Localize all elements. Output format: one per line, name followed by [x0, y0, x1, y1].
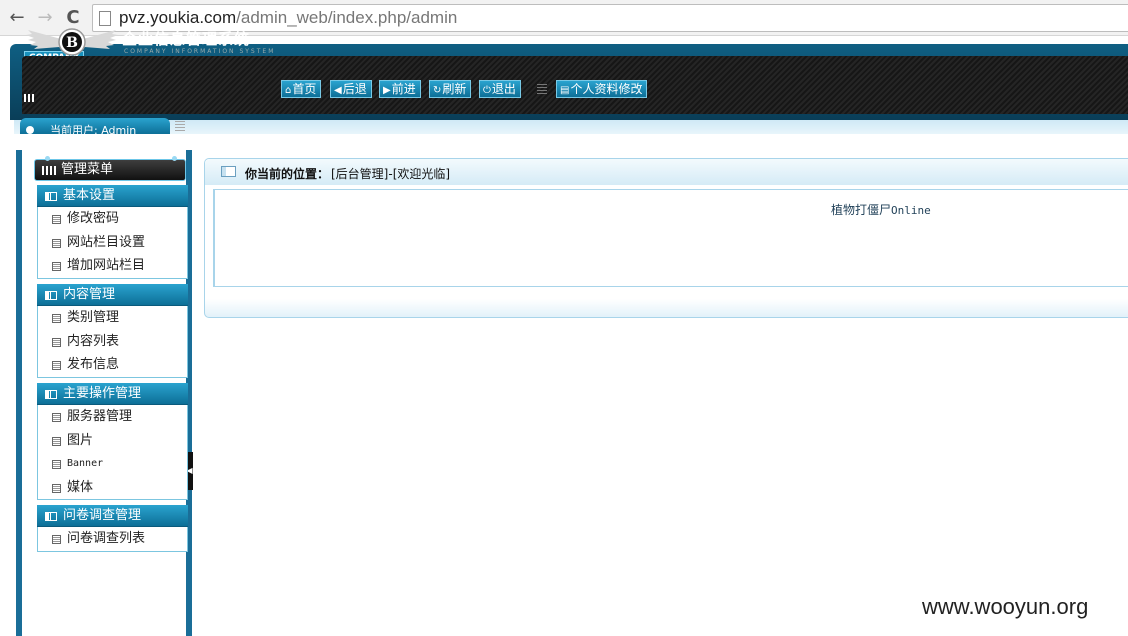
- sidebar-item-images[interactable]: 图片: [38, 429, 187, 453]
- logout-button[interactable]: ⏻退出: [479, 80, 521, 98]
- item-label: 问卷调查列表: [67, 531, 146, 546]
- welcome-en: Online: [891, 204, 931, 217]
- dots-icon: [24, 94, 36, 102]
- current-user-text: 当前用户: Admin: [50, 124, 137, 134]
- document-icon: [52, 262, 61, 272]
- url-text[interactable]: pvz.youkia.com/admin_web/index.php/admin: [119, 8, 457, 28]
- section-header-content[interactable]: 内容管理: [37, 284, 188, 306]
- section-title: 内容管理: [63, 287, 116, 302]
- document-icon: [52, 361, 61, 371]
- sidebar-item-add-column[interactable]: 增加网站栏目: [38, 254, 187, 278]
- book-icon: [45, 390, 57, 399]
- right-arrow-icon: ▶: [383, 85, 391, 96]
- sidebar-item-categories[interactable]: 类别管理: [38, 306, 187, 330]
- sidebar-item-content-list[interactable]: 内容列表: [38, 330, 187, 354]
- item-label: 增加网站栏目: [67, 258, 146, 274]
- item-label: 类别管理: [67, 310, 120, 325]
- dot-icon: [172, 156, 177, 161]
- forward-button[interactable]: ▶前进: [379, 80, 421, 98]
- home-button[interactable]: ⌂首页: [281, 80, 322, 98]
- profile-icon: ▤: [560, 85, 570, 96]
- sidebar-section-survey: 问卷调查管理 问卷调查列表: [37, 505, 188, 552]
- welcome-cn: 植物打僵尸: [831, 203, 892, 217]
- sidebar-item-media[interactable]: 媒体: [38, 476, 187, 500]
- sidebar-menu-title: 管理菜单: [34, 156, 186, 181]
- section-header-basic[interactable]: 基本设置: [37, 185, 188, 207]
- sidebar-item-survey-list[interactable]: 问卷调查列表: [38, 527, 187, 551]
- grid-icon: [42, 166, 56, 175]
- book-icon: [45, 291, 57, 300]
- window-icon: [221, 166, 236, 177]
- section-header-operations[interactable]: 主要操作管理: [37, 383, 188, 405]
- watermark: www.wooyun.org: [922, 594, 1089, 619]
- item-label: 内容列表: [67, 333, 120, 349]
- item-label: 发布信息: [67, 357, 120, 373]
- section-title: 主要操作管理: [63, 386, 142, 401]
- menu-title-label: 管理菜单: [61, 162, 114, 177]
- dot-icon: [45, 156, 50, 161]
- back-label: 后退: [342, 82, 367, 96]
- section-title: 基本设置: [63, 188, 116, 203]
- home-label: 首页: [292, 82, 317, 96]
- welcome-text: 植物打僵尸Online: [831, 201, 931, 218]
- book-icon: [45, 192, 57, 201]
- item-label: 图片: [67, 432, 94, 448]
- document-icon: [52, 483, 61, 493]
- document-icon: [52, 314, 61, 323]
- section-title: 问卷调查管理: [63, 508, 142, 523]
- sidebar-section-basic: 基本设置 修改密码 网站栏目设置 增加网站栏目: [37, 185, 188, 279]
- left-arrow-icon: ◀: [334, 85, 342, 96]
- home-icon: ⌂: [285, 85, 292, 96]
- profile-button[interactable]: ▤个人资料修改: [556, 80, 648, 98]
- item-label: 媒体: [67, 479, 94, 495]
- back-arrow-icon[interactable]: ←: [6, 6, 28, 28]
- logo-icon: B: [26, 28, 118, 56]
- document-icon: [52, 535, 61, 544]
- sidebar-item-publish[interactable]: 发布信息: [38, 353, 187, 377]
- refresh-icon: ↻: [433, 85, 442, 96]
- system-subtitle: COMPANY INFORMATION SYSTEM: [124, 48, 276, 55]
- location-label: 你当前的位置：: [245, 167, 330, 181]
- sidebar-section-operations: 主要操作管理 服务器管理 图片 Banner 媒体: [37, 383, 188, 501]
- system-title: 企业信息管理系统: [122, 30, 251, 48]
- sidebar-item-servers[interactable]: 服务器管理: [38, 405, 187, 429]
- sidebar-item-banner[interactable]: Banner: [38, 452, 187, 476]
- book-icon: [45, 512, 57, 521]
- document-icon: [52, 238, 61, 248]
- refresh-button[interactable]: ↻刷新: [429, 80, 472, 98]
- item-label: 修改密码: [67, 211, 120, 226]
- item-label: Banner: [67, 458, 104, 470]
- document-icon: [52, 413, 61, 422]
- forward-label: 前进: [391, 82, 416, 96]
- item-label: 网站栏目设置: [67, 234, 146, 250]
- toolbar-separator: [537, 84, 547, 94]
- current-user-tab: 当前用户: Admin: [20, 118, 170, 134]
- location-value: [后台管理]-[欢迎光临]: [331, 167, 451, 181]
- logout-label: 退出: [491, 82, 516, 96]
- sidebar-section-content: 内容管理 类别管理 内容列表 发布信息: [37, 284, 188, 378]
- refresh-label: 刷新: [442, 82, 467, 96]
- userbar-separator: [175, 121, 185, 131]
- logo-letter: B: [66, 35, 78, 51]
- sidebar-left-border: [16, 150, 22, 636]
- main-panel: 你当前的位置： [后台管理]-[欢迎光临] 植物打僵尸Online: [204, 158, 1128, 318]
- sidebar-item-change-password[interactable]: 修改密码: [38, 207, 187, 231]
- sidebar-item-site-columns[interactable]: 网站栏目设置: [38, 231, 187, 255]
- url-host: pvz.youkia.com: [119, 8, 237, 27]
- back-button[interactable]: ◀后退: [330, 80, 372, 98]
- document-icon: [52, 215, 61, 224]
- power-icon: ⏻: [483, 85, 491, 96]
- user-dot-icon: [26, 126, 34, 134]
- url-path: /admin_web/index.php/admin: [236, 8, 458, 27]
- document-icon: [52, 460, 61, 470]
- location-bar: 你当前的位置： [后台管理]-[欢迎光临]: [205, 159, 1128, 185]
- document-icon: [52, 337, 61, 347]
- profile-label: 个人资料修改: [570, 82, 643, 96]
- item-label: 服务器管理: [67, 409, 133, 424]
- document-icon: [52, 436, 61, 446]
- welcome-box: [213, 189, 1128, 287]
- section-header-survey[interactable]: 问卷调查管理: [37, 505, 188, 527]
